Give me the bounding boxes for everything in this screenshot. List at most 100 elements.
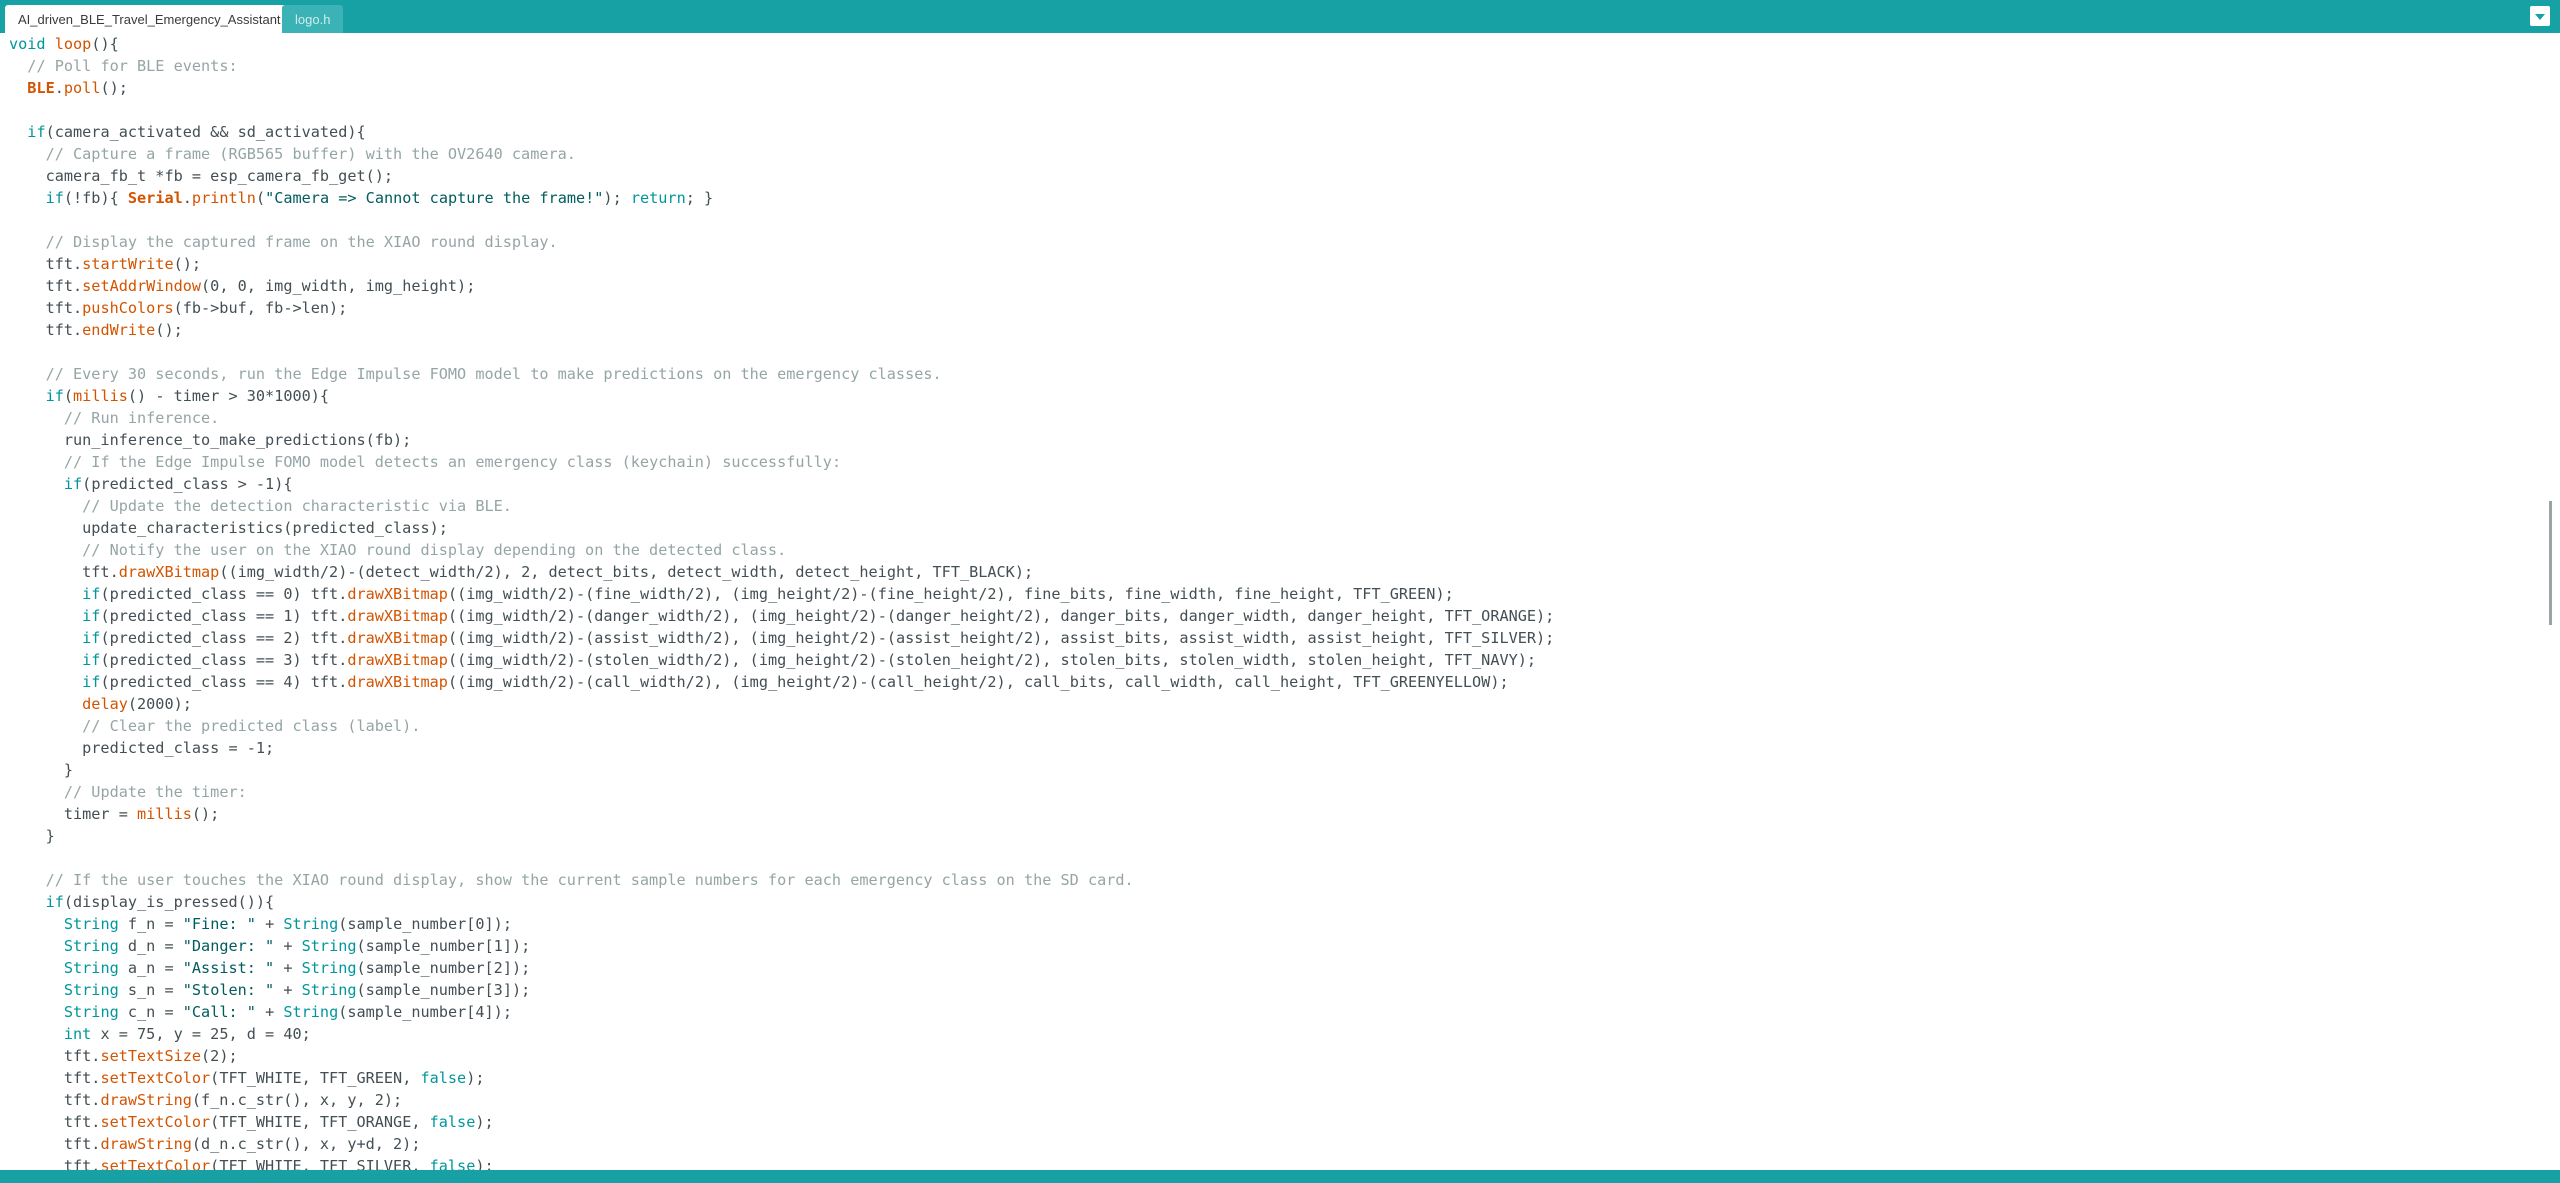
code-line: String c_n = "Call: " + String(sample_nu… bbox=[9, 1001, 1554, 1023]
code-token: (TFT_WHITE, TFT_SILVER, bbox=[210, 1157, 430, 1170]
vertical-scrollbar[interactable] bbox=[2545, 33, 2560, 1170]
code-token: (display_is_pressed()){ bbox=[63, 893, 275, 911]
code-token: . bbox=[182, 189, 192, 207]
code-line: // Notify the user on the XIAO round dis… bbox=[9, 539, 1554, 561]
code-token: a_n = bbox=[118, 959, 183, 977]
code-token: } bbox=[9, 761, 74, 779]
code-line: run_inference_to_make_predictions(fb); bbox=[9, 429, 1554, 451]
code-line: if(predicted_class == 3) tft.drawXBitmap… bbox=[9, 649, 1554, 671]
code-token: . bbox=[54, 79, 64, 97]
code-line: // Every 30 seconds, run the Edge Impuls… bbox=[9, 363, 1554, 385]
code-token: timer = bbox=[9, 805, 138, 823]
tab-logo-h[interactable]: logo.h bbox=[282, 5, 344, 33]
code-line: tft.setTextSize(2); bbox=[9, 1045, 1554, 1067]
code-line: // Capture a frame (RGB565 buffer) with … bbox=[9, 143, 1554, 165]
code-token: drawXBitmap bbox=[347, 673, 448, 691]
code-line: // Poll for BLE events: bbox=[9, 55, 1554, 77]
code-token: ); bbox=[475, 1157, 494, 1170]
code-token: (2000); bbox=[127, 695, 192, 713]
code-token: (); bbox=[191, 805, 220, 823]
code-line: // Display the captured frame on the XIA… bbox=[9, 231, 1554, 253]
code-token: // Run inference. bbox=[63, 409, 220, 427]
code-line: tft.endWrite(); bbox=[9, 319, 1554, 341]
code-token: ); bbox=[475, 1113, 494, 1131]
code-token: run_inference_to_make_predictions(fb); bbox=[9, 431, 412, 449]
code-line: String s_n = "Stolen: " + String(sample_… bbox=[9, 979, 1554, 1001]
code-token: // Poll for BLE events: bbox=[27, 57, 238, 75]
code-line: if(display_is_pressed()){ bbox=[9, 891, 1554, 913]
chevron-down-icon[interactable] bbox=[2530, 6, 2550, 26]
code-line: tft.drawString(d_n.c_str(), x, y+d, 2); bbox=[9, 1133, 1554, 1155]
code-token: (predicted_class == 2) tft. bbox=[100, 629, 348, 647]
code-line: // Run inference. bbox=[9, 407, 1554, 429]
code-line: } bbox=[9, 825, 1554, 847]
code-token: (sample_number[1]); bbox=[356, 937, 531, 955]
code-token: setAddrWindow bbox=[82, 277, 202, 295]
code-token: tft. bbox=[9, 299, 83, 317]
code-line: if(!fb){ Serial.println("Camera => Canno… bbox=[9, 187, 1554, 209]
code-token: (fb->buf, fb->len); bbox=[173, 299, 348, 317]
code-token: tft. bbox=[9, 321, 83, 339]
scrollbar-thumb[interactable] bbox=[2549, 501, 2552, 625]
code-token: int bbox=[63, 1025, 92, 1043]
code-line: // Update the detection characteristic v… bbox=[9, 495, 1554, 517]
code-token: (); bbox=[155, 321, 183, 339]
code-line: if(millis() - timer > 30*1000){ bbox=[9, 385, 1554, 407]
code-token: false bbox=[429, 1157, 476, 1170]
code-token: setTextColor bbox=[100, 1157, 211, 1170]
code-token: (0, 0, img_width, img_height); bbox=[201, 277, 476, 295]
code-line: // If the Edge Impulse FOMO model detect… bbox=[9, 451, 1554, 473]
code-line: tft.drawXBitmap((img_width/2)-(detect_wi… bbox=[9, 561, 1554, 583]
code-token: drawXBitmap bbox=[118, 563, 220, 581]
code-token: (f_n.c_str(), x, y, 2); bbox=[191, 1091, 403, 1109]
code-token: () - timer > 30*1000){ bbox=[127, 387, 330, 405]
code-token: drawXBitmap bbox=[347, 607, 448, 625]
code-token: (){ bbox=[91, 35, 119, 53]
code-token: // Notify the user on the XIAO round dis… bbox=[82, 541, 787, 559]
code-token: } bbox=[9, 827, 55, 845]
code-token: // If the Edge Impulse FOMO model detect… bbox=[63, 453, 842, 471]
code-token: d_n = bbox=[118, 937, 183, 955]
code-token: println bbox=[191, 189, 256, 207]
code-token: (predicted_class == 0) tft. bbox=[100, 585, 348, 603]
code-token: ( bbox=[63, 387, 74, 405]
code-token: (predicted_class == 4) tft. bbox=[100, 673, 348, 691]
code-token: + bbox=[255, 1003, 284, 1021]
code-token: if bbox=[63, 475, 83, 493]
code-token: BLE bbox=[27, 79, 55, 97]
code-token: drawXBitmap bbox=[347, 585, 448, 603]
code-token: (!fb){ bbox=[63, 189, 128, 207]
tab-bar: AI_driven_BLE_Travel_Emergency_Assistant… bbox=[0, 0, 2560, 33]
code-editor[interactable]: void loop(){ // Poll for BLE events: BLE… bbox=[0, 33, 2545, 1170]
code-token: ( bbox=[255, 189, 266, 207]
code-line: tft.startWrite(); bbox=[9, 253, 1554, 275]
code-token: (TFT_WHITE, TFT_GREEN, bbox=[210, 1069, 421, 1087]
code-token: if bbox=[45, 893, 64, 911]
code-token: false bbox=[420, 1069, 467, 1087]
tab-main-sketch[interactable]: AI_driven_BLE_Travel_Emergency_Assistant bbox=[5, 5, 323, 33]
code-token: (sample_number[2]); bbox=[356, 959, 531, 977]
code-line: if(predicted_class == 0) tft.drawXBitmap… bbox=[9, 583, 1554, 605]
code-token: (camera_activated && sd_activated){ bbox=[45, 123, 366, 141]
code-line: if(predicted_class == 2) tft.drawXBitmap… bbox=[9, 627, 1554, 649]
code-token: ((img_width/2)-(fine_width/2), (img_heig… bbox=[447, 585, 1454, 603]
code-token: + bbox=[274, 959, 302, 977]
code-token: predicted_class = -1; bbox=[9, 739, 275, 757]
code-token: ((img_width/2)-(danger_width/2), (img_he… bbox=[447, 607, 1555, 625]
code-token: if bbox=[82, 585, 101, 603]
code-token: // Display the captured frame on the XIA… bbox=[45, 233, 558, 251]
code-token: pushColors bbox=[82, 299, 174, 317]
